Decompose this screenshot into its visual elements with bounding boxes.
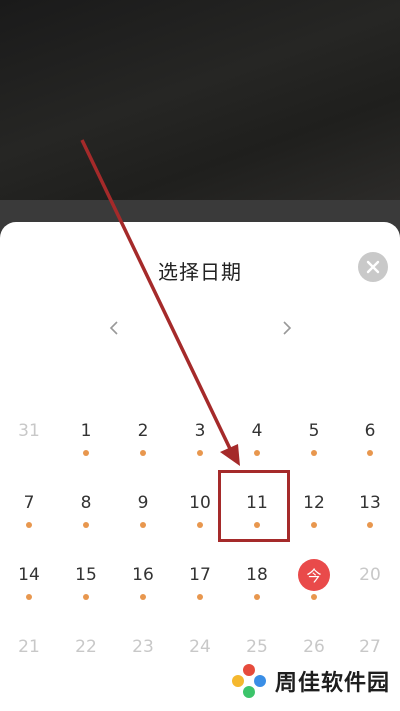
today-badge: 今: [298, 559, 330, 591]
event-dot: [83, 522, 89, 528]
calendar-day: 31: [9, 418, 49, 478]
date-picker-sheet: 选择日期 31 1 2 3 4 5 6 7 8 9 10 11 12 13 14 15 16 17 18 今 20 21 2…: [0, 222, 400, 711]
day-number: 24: [189, 637, 211, 657]
day-number: 7: [23, 493, 35, 513]
calendar-day: 22: [66, 634, 106, 694]
calendar-day[interactable]: 15: [66, 562, 106, 622]
event-dot: [197, 594, 203, 600]
event-dot: [311, 594, 317, 600]
event-dot: [197, 450, 203, 456]
calendar-day[interactable]: 3: [180, 418, 220, 478]
close-icon: [366, 260, 380, 274]
day-number: 23: [132, 637, 154, 657]
calendar-day-today[interactable]: 今: [294, 559, 334, 622]
day-number: 13: [359, 493, 381, 513]
calendar-week-row: 7 8 9 10 11 12 13: [0, 490, 400, 562]
day-number: 5: [308, 421, 320, 441]
calendar-day[interactable]: 4: [237, 418, 277, 478]
calendar-week-row: 31 1 2 3 4 5 6: [0, 418, 400, 490]
calendar-day[interactable]: 6: [350, 418, 390, 478]
day-number: 12: [303, 493, 325, 513]
video-background: [0, 0, 400, 200]
day-number: 9: [137, 493, 149, 513]
event-dot: [83, 594, 89, 600]
prev-month-button[interactable]: [104, 318, 124, 338]
event-dot: [26, 594, 32, 600]
chevron-right-icon: [283, 321, 292, 335]
day-number: 20: [359, 565, 381, 585]
day-number: 4: [251, 421, 263, 441]
day-number: 1: [80, 421, 92, 441]
watermark: 周佳软件园: [229, 661, 390, 701]
day-number: 2: [137, 421, 149, 441]
watermark-logo-icon: [231, 664, 266, 698]
event-dot: [311, 450, 317, 456]
chevron-left-icon: [109, 321, 118, 335]
calendar-day[interactable]: 7: [9, 490, 49, 550]
day-number: 14: [18, 565, 40, 585]
calendar-day[interactable]: 1: [66, 418, 106, 478]
calendar-day: 23: [123, 634, 163, 694]
calendar-day[interactable]: 9: [123, 490, 163, 550]
calendar-day[interactable]: 18: [237, 562, 277, 622]
calendar-day: 21: [9, 634, 49, 694]
calendar-day[interactable]: 17: [180, 562, 220, 622]
day-number: 21: [18, 637, 40, 657]
event-dot: [140, 522, 146, 528]
calendar-day[interactable]: 12: [294, 490, 334, 550]
day-number: 31: [18, 421, 40, 441]
event-dot: [311, 522, 317, 528]
calendar-day[interactable]: 8: [66, 490, 106, 550]
event-dot: [254, 450, 260, 456]
event-dot: [254, 594, 260, 600]
day-number: 27: [359, 637, 381, 657]
day-number: 17: [189, 565, 211, 585]
calendar-day[interactable]: 14: [9, 562, 49, 622]
calendar-day[interactable]: 16: [123, 562, 163, 622]
day-number: 25: [246, 637, 268, 657]
watermark-text: 周佳软件园: [274, 671, 390, 696]
day-number: 26: [303, 637, 325, 657]
calendar-day[interactable]: 2: [123, 418, 163, 478]
day-number: 6: [364, 421, 376, 441]
calendar-day[interactable]: 10: [180, 490, 220, 550]
close-button[interactable]: [358, 252, 388, 282]
day-number: 10: [189, 493, 211, 513]
dialog-title: 选择日期: [158, 260, 242, 284]
day-number: 8: [80, 493, 92, 513]
day-number: 16: [132, 565, 154, 585]
event-dot: [367, 450, 373, 456]
day-number: 22: [75, 637, 97, 657]
event-dot: [197, 522, 203, 528]
calendar-week-row: 14 15 16 17 18 今 20: [0, 559, 400, 634]
day-number: 18: [246, 565, 268, 585]
event-dot: [26, 522, 32, 528]
event-dot: [83, 450, 89, 456]
calendar-day[interactable]: 13: [350, 490, 390, 550]
day-number: 3: [194, 421, 206, 441]
calendar-day[interactable]: 5: [294, 418, 334, 478]
event-dot: [140, 594, 146, 600]
event-dot: [367, 522, 373, 528]
calendar-day: 20: [350, 562, 390, 622]
next-month-button[interactable]: [277, 318, 297, 338]
highlight-box: [218, 470, 290, 542]
day-number: 15: [75, 565, 97, 585]
calendar-day: 24: [180, 634, 220, 694]
event-dot: [140, 450, 146, 456]
